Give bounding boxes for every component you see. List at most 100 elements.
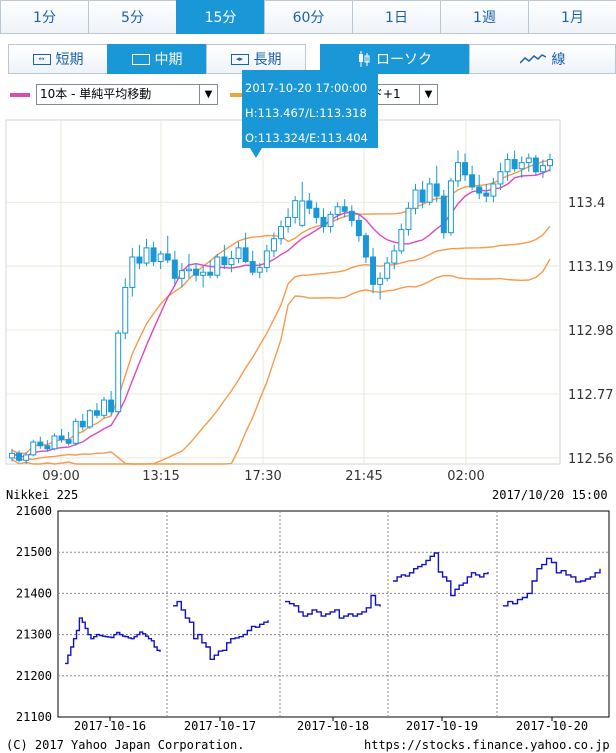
nikkei-y-label: 21100 xyxy=(16,710,52,724)
short-term-button[interactable]: ↔ 短期 xyxy=(8,44,108,74)
y-tick-label: 113.4 xyxy=(568,196,605,211)
x-tick-label: 13:15 xyxy=(142,469,179,484)
price-chart[interactable]: 113.4 113.19 112.98 112.77 112.56 09:00 13:15 1… xyxy=(0,112,616,488)
candle-body xyxy=(23,454,30,461)
x-tick-label: 17:30 xyxy=(244,469,281,484)
tab-1month[interactable]: 1月 xyxy=(528,0,616,34)
nikkei-x-label: 2017-10-17 xyxy=(184,719,256,733)
nikkei-y-label: 21300 xyxy=(16,628,52,642)
candle-body xyxy=(462,162,469,176)
candle-body xyxy=(447,180,454,234)
line-chart-label: 線 xyxy=(551,52,566,68)
tooltip-open-end: O:113.324/E:113.404 xyxy=(245,131,368,145)
candle-body xyxy=(214,256,221,276)
mid-range-icon xyxy=(131,53,150,65)
candle-body xyxy=(433,183,440,197)
candle-body xyxy=(412,189,419,209)
tab-60min[interactable]: 60分 xyxy=(264,0,353,34)
candlestick-label: ローソク xyxy=(376,52,432,68)
source-link[interactable]: https://stocks.finance.yahoo.co.jp xyxy=(364,738,610,752)
candle-body xyxy=(93,410,100,416)
candle-body xyxy=(518,162,525,170)
nikkei-x-label: 2017-10-19 xyxy=(406,719,478,733)
nikkei-y-label: 21600 xyxy=(16,504,52,518)
chevron-down-icon: ▼ xyxy=(419,85,437,104)
x-tick-label: 21:45 xyxy=(345,469,382,484)
candle-body xyxy=(185,268,192,272)
nikkei-plot-area xyxy=(57,510,610,718)
moving-average-select[interactable]: 10本 - 単純平均移動 ▼ xyxy=(36,84,218,105)
chevron-down-icon: ▼ xyxy=(199,85,217,104)
mid-term-button[interactable]: 中期 xyxy=(107,44,207,74)
long-range-icon: ◂▸ xyxy=(230,53,249,65)
tooltip-datetime: 2017-10-20 17:00:00 xyxy=(245,81,368,95)
candle xyxy=(86,409,93,429)
candle-body xyxy=(16,452,23,461)
short-term-label: 短期 xyxy=(55,52,84,68)
candle-body xyxy=(278,226,284,240)
timeframe-tabs: 1分 5分 15分 60分 1日 1週 1月 xyxy=(0,0,616,34)
candle-body xyxy=(539,165,546,173)
candle xyxy=(440,190,447,239)
candle xyxy=(214,253,221,279)
candle-body xyxy=(200,271,207,276)
candle-body xyxy=(37,441,44,447)
candle-body xyxy=(122,286,129,334)
candle-body xyxy=(469,174,476,188)
candle-body xyxy=(30,441,37,456)
nikkei-y-label: 21500 xyxy=(16,545,52,559)
candle-body xyxy=(285,216,292,228)
x-tick-label: 09:00 xyxy=(42,469,79,484)
candle-body xyxy=(476,186,483,194)
candle-body xyxy=(320,216,327,228)
candle-body xyxy=(9,452,15,459)
candle-body xyxy=(242,247,249,263)
y-tick-label: 113.19 xyxy=(568,260,614,275)
candle-body xyxy=(377,277,384,285)
candle-body xyxy=(136,256,143,264)
nikkei-y-label: 21200 xyxy=(16,669,52,683)
bollinger-select[interactable]: ド+1 ▼ xyxy=(368,84,438,105)
candle-body xyxy=(327,213,334,228)
candle-body xyxy=(72,420,79,444)
y-tick-label: 112.98 xyxy=(568,324,614,339)
candle xyxy=(72,418,79,446)
candle-body xyxy=(193,268,200,276)
tab-1min[interactable]: 1分 xyxy=(0,0,89,34)
tab-15min[interactable]: 15分 xyxy=(176,0,265,34)
candle-body xyxy=(532,157,539,173)
candle-body xyxy=(58,435,65,441)
candle-body xyxy=(65,439,72,444)
candle-body xyxy=(164,253,171,261)
candle-body xyxy=(228,258,235,266)
candle-body xyxy=(157,253,164,263)
candle-body xyxy=(313,207,320,218)
candle-body xyxy=(79,420,86,428)
nikkei-y-label: 21400 xyxy=(16,586,52,600)
nikkei-x-label: 2017-10-18 xyxy=(297,719,369,733)
tab-1week[interactable]: 1週 xyxy=(440,0,529,34)
candle-body xyxy=(490,183,497,197)
candle-body xyxy=(440,195,447,234)
tooltip-high-low: H:113.467/L:113.318 xyxy=(245,106,367,120)
line-chart-button[interactable]: 線 xyxy=(469,44,616,74)
candle-body xyxy=(292,200,299,218)
moving-average-value: 10本 - 単純平均移動 xyxy=(40,87,152,101)
candle-body xyxy=(235,247,242,260)
candle-body xyxy=(306,200,313,209)
candle-body xyxy=(86,410,93,428)
candle-body xyxy=(129,256,136,288)
candle-body xyxy=(299,200,306,226)
candle-body xyxy=(391,250,398,264)
candle-body xyxy=(405,207,412,231)
candle-body xyxy=(426,183,433,203)
tab-1day[interactable]: 1日 xyxy=(352,0,441,34)
tab-5min[interactable]: 5分 xyxy=(88,0,177,34)
nikkei-chart: 21600 21500 21400 21300 21200 21100 2017-10-16… xyxy=(16,504,610,733)
long-term-label: 長期 xyxy=(253,52,282,68)
candle-body xyxy=(398,229,405,252)
y-tick-label: 112.56 xyxy=(568,452,614,467)
candle-body xyxy=(171,259,178,279)
candle-body xyxy=(108,399,115,413)
candle-body xyxy=(249,261,256,273)
